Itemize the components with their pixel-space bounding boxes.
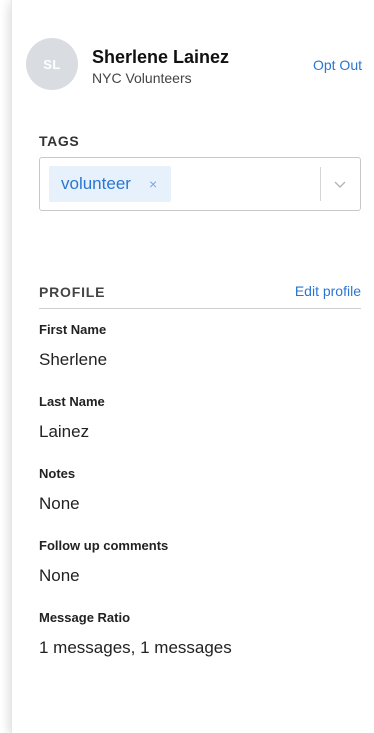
opt-out-link[interactable]: Opt Out: [313, 57, 362, 73]
field-value-notes: None: [39, 494, 80, 513]
dropdown-divider: [320, 167, 321, 201]
field-value-last-name: Lainez: [39, 422, 90, 441]
field-value-follow-up-comments: None: [39, 566, 80, 585]
contact-name: Sherlene Lainez: [92, 47, 230, 67]
tag-chip: volunteer ×: [49, 166, 172, 202]
profile-header: PROFILE Edit profile: [39, 283, 361, 309]
field-label-notes: Notes: [39, 466, 76, 481]
avatar: SL: [26, 38, 78, 90]
tags-heading: TAGS: [39, 133, 80, 149]
field-label-follow-up-comments: Follow up comments: [39, 538, 169, 553]
field-value-message-ratio: 1 messages, 1 messages: [39, 638, 232, 657]
edit-profile-link[interactable]: Edit profile: [295, 283, 361, 299]
contact-header: SL Sherlene Lainez NYC Volunteers Opt Ou…: [12, 0, 374, 110]
profile-heading: PROFILE: [39, 284, 106, 300]
tags-select[interactable]: volunteer ×: [39, 157, 361, 211]
field-value-first-name: Sherlene: [39, 350, 108, 369]
tag-label: volunteer: [61, 174, 131, 193]
field-label-message-ratio: Message Ratio: [39, 610, 131, 625]
tag-remove-icon[interactable]: ×: [149, 176, 157, 192]
avatar-initials: SL: [43, 56, 61, 72]
field-label-first-name: First Name: [39, 322, 107, 337]
contact-group: NYC Volunteers: [92, 70, 192, 86]
chevron-down-icon[interactable]: [332, 176, 348, 192]
contact-panel: SL Sherlene Lainez NYC Volunteers Opt Ou…: [11, 0, 374, 733]
field-label-last-name: Last Name: [39, 394, 105, 409]
